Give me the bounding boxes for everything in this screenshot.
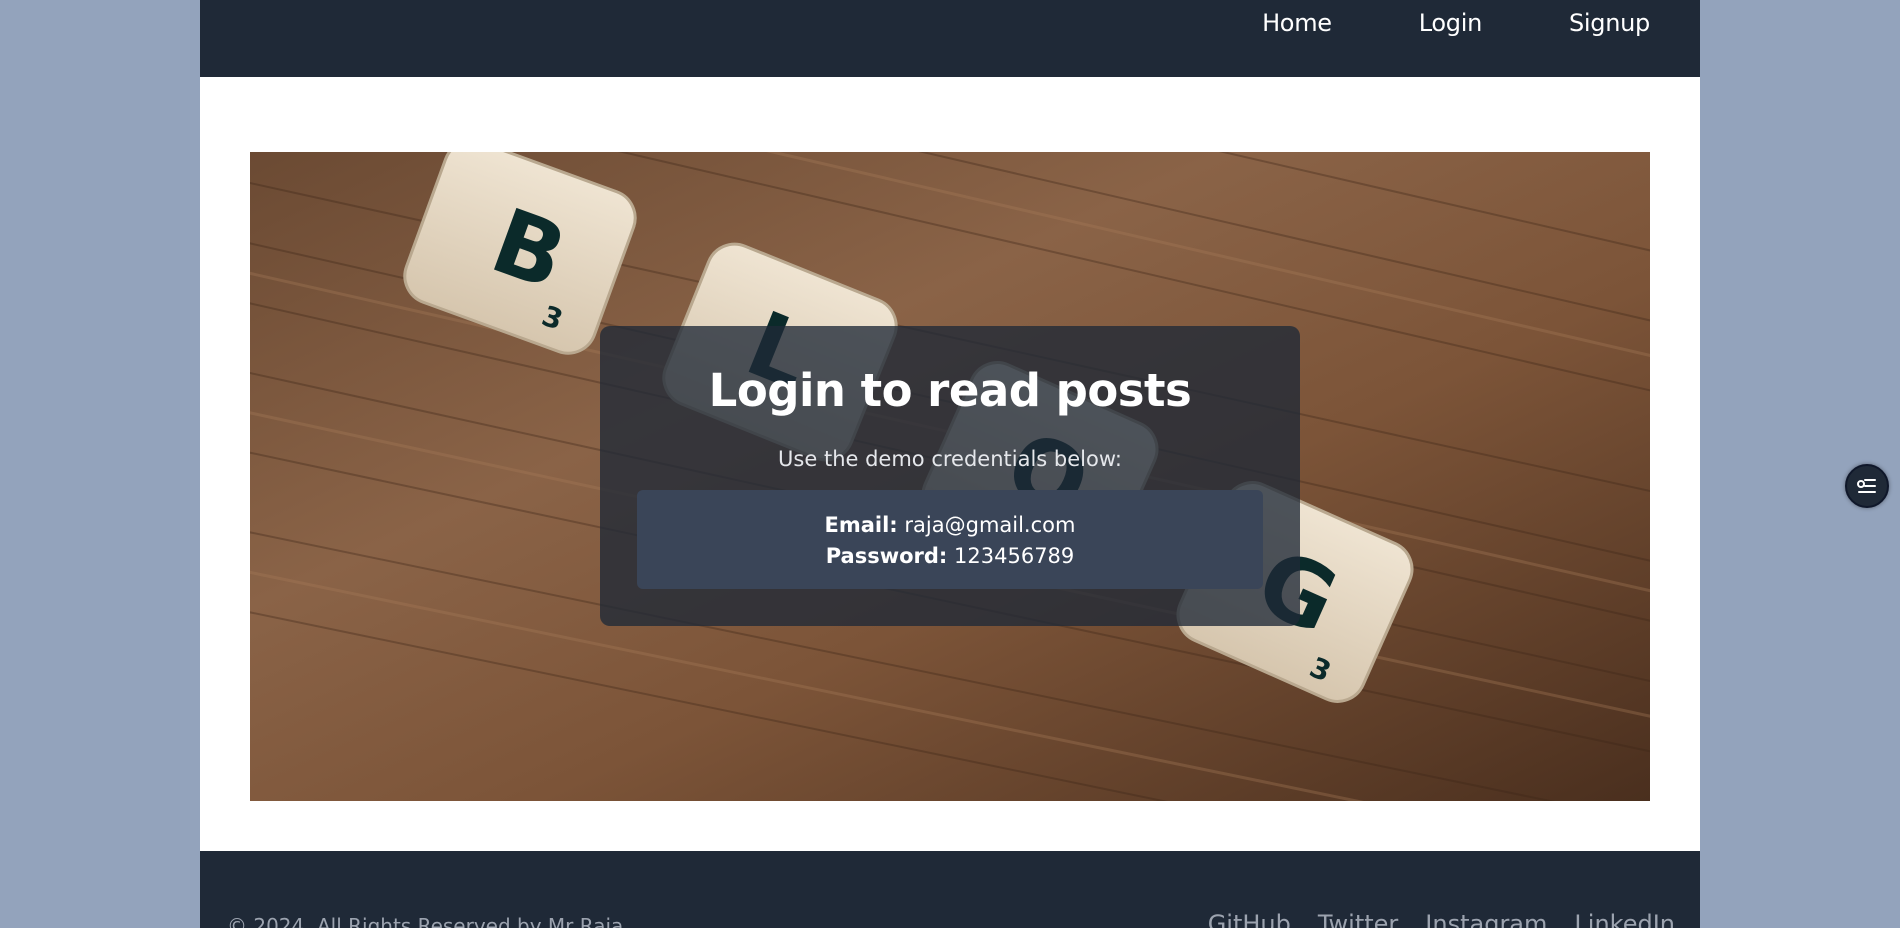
hero-banner: B 3 L O G 3 Login to read posts Use the xyxy=(250,152,1650,801)
login-prompt-title: Login to read posts xyxy=(708,364,1192,417)
email-value: raja@gmail.com xyxy=(904,513,1076,537)
footer-link-github[interactable]: GitHub xyxy=(1208,910,1291,928)
email-credential-line: Email: raja@gmail.com xyxy=(637,510,1263,541)
nav-login-link[interactable]: Login xyxy=(1419,9,1483,37)
password-label: Password: xyxy=(825,544,948,568)
password-credential-line: Password: 123456789 xyxy=(637,541,1263,572)
footer-link-linkedin[interactable]: LinkedIn xyxy=(1574,910,1675,928)
floating-action-button[interactable] xyxy=(1845,464,1889,508)
site-footer: © 2024. All Rights Reserved by Mr Raja G… xyxy=(200,851,1700,928)
filter-list-icon xyxy=(1857,479,1876,493)
login-prompt-card: Login to read posts Use the demo credent… xyxy=(600,326,1300,626)
nav-signup-link[interactable]: Signup xyxy=(1569,9,1650,37)
page-container: Home Login Signup B 3 3 Login to read po… xyxy=(200,0,1700,928)
footer-link-twitter[interactable]: Twitter xyxy=(1318,910,1398,928)
top-navbar: Home Login Signup xyxy=(200,0,1700,77)
email-label: Email: xyxy=(824,513,898,537)
footer-link-instagram[interactable]: Instagram xyxy=(1425,910,1547,928)
footer-social-links: GitHub Twitter Instagram LinkedIn xyxy=(1208,910,1675,928)
demo-credentials-box: Email: raja@gmail.com Password: 12345678… xyxy=(637,490,1263,589)
nav-home-link[interactable]: Home xyxy=(1262,9,1332,37)
password-value: 123456789 xyxy=(954,544,1075,568)
copyright-text: © 2024. All Rights Reserved by Mr Raja xyxy=(227,914,624,928)
main-nav: Home Login Signup xyxy=(1262,0,1650,46)
login-prompt-subtitle: Use the demo credentials below: xyxy=(778,447,1122,471)
